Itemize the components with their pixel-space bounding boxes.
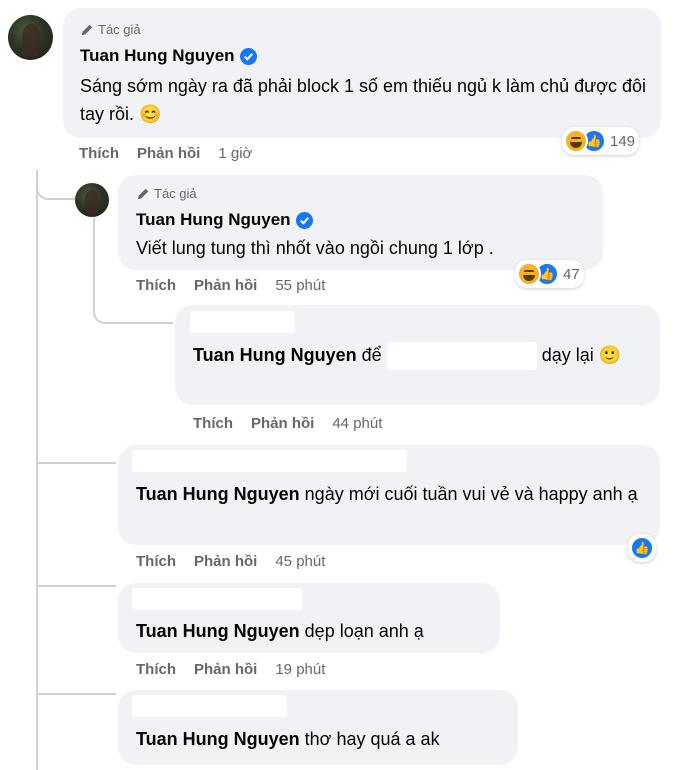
like-button[interactable]: Thích [136,553,176,570]
comment-actions: Thích Phản hồi 55 phút [136,277,325,294]
comment-timestamp[interactable]: 55 phút [275,277,325,294]
reaction-count: 47 [563,265,580,283]
redacted-commenter-name [132,588,302,610]
comment-text-after: dạy lại 🙂 [541,345,622,365]
reaction-summary[interactable]: 👍 47 [515,260,584,288]
reply-button[interactable]: Phản hồi [137,145,200,162]
comment-text: Sáng sớm ngày ra đã phải block 1 số em t… [80,76,646,124]
thread-curve-nested [93,290,173,324]
like-button[interactable]: Thích [79,145,119,162]
author-name[interactable]: Tuan Hung Nguyen [80,46,235,66]
like-button[interactable]: Thích [136,277,176,294]
reaction-summary[interactable]: 👍 [628,534,656,562]
reaction-summary[interactable]: 👍 149 [562,127,640,155]
mention-link[interactable]: Tuan Hung Nguyen [136,484,300,504]
reply-button[interactable]: Phản hồi [194,277,257,294]
redacted-commenter-name [132,450,407,472]
redacted-commenter-name [190,311,295,333]
author-badge: Tác giả [80,22,141,37]
pencil-icon [81,24,93,35]
like-button[interactable]: Thích [136,661,176,678]
reply-button[interactable]: Phản hồi [194,553,257,570]
thread-curve-reply [36,170,76,200]
author-name[interactable]: Tuan Hung Nguyen [136,210,291,230]
thread-line-stub-1 [36,462,116,464]
author-badge-label: Tác giả [98,22,141,37]
comment-timestamp[interactable]: 1 giờ [218,145,252,162]
comment-timestamp[interactable]: 44 phút [332,415,382,432]
redacted-commenter-name [132,695,287,717]
comment-text-before: để [361,345,382,365]
pencil-icon [137,188,149,199]
reply-button[interactable]: Phản hồi [194,661,257,678]
comment-text: Tuan Hung Nguyen dẹp loạn anh ạ [136,617,496,645]
haha-reaction-icon [517,262,541,286]
comment-timestamp[interactable]: 45 phút [275,553,325,570]
author-avatar[interactable] [8,15,53,60]
verified-badge-icon [295,211,313,229]
like-reaction-icon: 👍 [630,536,654,560]
thread-line-stub-2 [36,585,116,587]
comment-actions: Thích Phản hồi 45 phút [136,553,325,570]
comment-text-body: ngày mới cuối tuần vui vẻ và happy anh ạ [304,484,638,504]
reply-button[interactable]: Phản hồi [251,415,314,432]
comment-text: Tuan Hung Nguyen thơ hay quá a ak [136,725,506,753]
redacted-mention [386,342,537,371]
reaction-count: 149 [610,132,636,150]
author-avatar[interactable] [75,183,109,217]
comment-timestamp[interactable]: 19 phút [275,661,325,678]
comment-text-body: dẹp loạn anh ạ [304,621,424,641]
author-badge-label: Tác giả [154,186,197,201]
verified-badge-icon [239,47,257,65]
mention-link[interactable]: Tuan Hung Nguyen [193,345,357,365]
mention-link[interactable]: Tuan Hung Nguyen [136,621,300,641]
comment-actions: Thích Phản hồi 1 giờ [79,145,252,162]
comment-text: Tuan Hung Nguyen ngày mới cuối tuần vui … [136,480,646,508]
thread-line-main [36,170,38,770]
author-badge: Tác giả [136,186,197,201]
comment-author: Tuan Hung Nguyen [80,46,257,66]
comment-text: Viết lung tung thì nhốt vào ngồi chung 1… [136,238,494,258]
comment-text-body: thơ hay quá a ak [304,729,440,749]
thread-line-stub-3 [36,693,116,695]
comment-actions: Thích Phản hồi 19 phút [136,661,325,678]
comment-author: Tuan Hung Nguyen [136,210,313,230]
like-button[interactable]: Thích [193,415,233,432]
comment-actions: Thích Phản hồi 44 phút [193,415,382,432]
haha-reaction-icon [564,129,588,153]
mention-link[interactable]: Tuan Hung Nguyen [136,729,300,749]
comment-text: Tuan Hung Nguyen để dạy lại 🙂 [193,341,643,371]
